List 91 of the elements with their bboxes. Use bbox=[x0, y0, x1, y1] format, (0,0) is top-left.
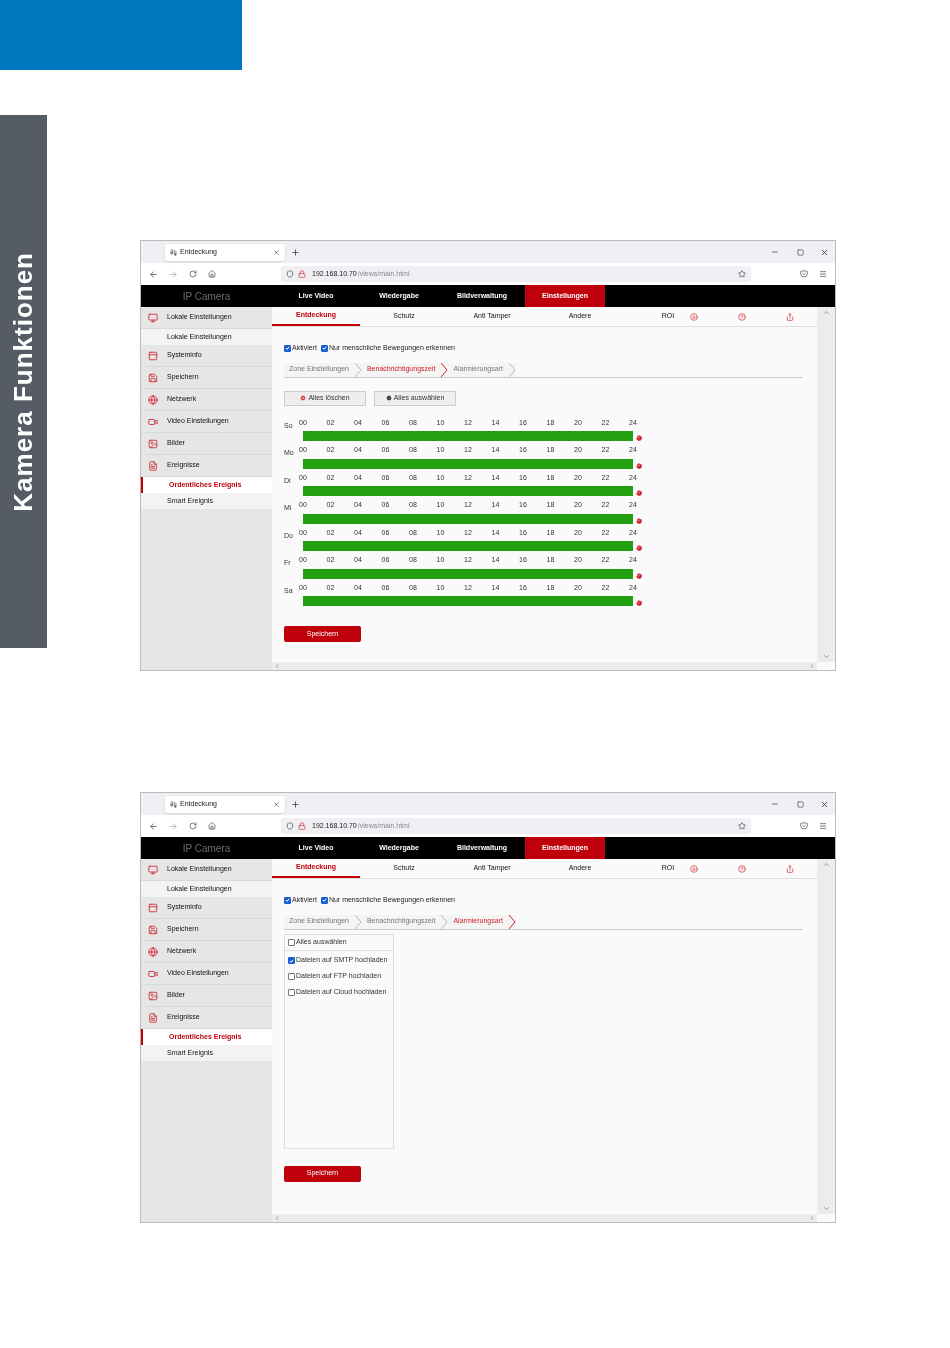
document-icon bbox=[148, 1012, 158, 1023]
minimize-icon[interactable] bbox=[771, 800, 779, 808]
hand-icon[interactable] bbox=[636, 545, 642, 551]
side-tab-title: Kamera Funktionen bbox=[7, 251, 39, 512]
tab-favicon-icon bbox=[170, 800, 177, 808]
chevron-icon bbox=[354, 914, 362, 929]
checkbox[interactable] bbox=[288, 938, 295, 946]
pocket-icon[interactable] bbox=[800, 270, 808, 278]
chevron-icon bbox=[508, 914, 516, 929]
forward-icon[interactable] bbox=[169, 269, 178, 279]
maximize-icon[interactable] bbox=[797, 248, 804, 256]
chevron-icon bbox=[441, 362, 449, 377]
window-icon bbox=[148, 902, 158, 913]
checkbox[interactable] bbox=[320, 344, 328, 352]
menu-icon[interactable] bbox=[819, 270, 827, 278]
back-icon[interactable] bbox=[149, 821, 158, 831]
image-icon bbox=[148, 990, 158, 1001]
hand-icon[interactable] bbox=[636, 517, 642, 524]
checkbox[interactable] bbox=[320, 896, 328, 904]
horizontal-scrollbar[interactable] bbox=[272, 662, 817, 670]
scroll-up-icon[interactable] bbox=[822, 309, 830, 316]
reload-icon[interactable] bbox=[189, 822, 197, 830]
document-icon bbox=[148, 460, 158, 471]
image-icon bbox=[148, 438, 158, 449]
download-icon[interactable] bbox=[690, 864, 698, 873]
schedule-bar[interactable] bbox=[303, 513, 633, 524]
scroll-right-icon[interactable] bbox=[809, 663, 815, 669]
new-tab-icon[interactable] bbox=[291, 799, 300, 809]
monitor-icon bbox=[148, 312, 158, 323]
close-icon[interactable] bbox=[820, 247, 829, 257]
export-icon[interactable] bbox=[786, 864, 794, 873]
chevron-icon bbox=[354, 362, 362, 377]
reload-icon[interactable] bbox=[189, 270, 197, 278]
globe-icon bbox=[148, 946, 158, 957]
check-icon bbox=[385, 395, 392, 401]
bookmark-star-icon[interactable] bbox=[738, 822, 746, 830]
scroll-up-icon[interactable] bbox=[822, 861, 830, 868]
save-icon bbox=[148, 924, 158, 935]
chevron-icon bbox=[508, 362, 516, 377]
close-icon[interactable] bbox=[273, 800, 280, 808]
close-icon[interactable] bbox=[820, 799, 829, 809]
checkbox[interactable] bbox=[288, 973, 295, 980]
bookmark-star-icon[interactable] bbox=[738, 270, 746, 278]
clear-icon bbox=[300, 395, 307, 401]
checkbox[interactable] bbox=[284, 896, 291, 904]
brand-title: IP Camera bbox=[182, 841, 231, 856]
shield-icon bbox=[286, 822, 294, 830]
monitor-icon bbox=[148, 864, 158, 875]
export-icon[interactable] bbox=[786, 312, 794, 321]
hand-icon[interactable] bbox=[636, 490, 642, 496]
video-icon bbox=[148, 416, 158, 427]
tab-favicon-icon bbox=[170, 248, 177, 256]
schedule-bar[interactable] bbox=[303, 568, 633, 579]
hand-icon[interactable] bbox=[636, 600, 642, 606]
hand-icon[interactable] bbox=[636, 462, 642, 469]
pocket-icon[interactable] bbox=[800, 822, 808, 830]
help-icon[interactable] bbox=[738, 312, 746, 321]
download-icon[interactable] bbox=[690, 312, 698, 321]
hand-icon[interactable] bbox=[636, 435, 642, 441]
vertical-scrollbar[interactable] bbox=[817, 307, 835, 662]
scroll-down-icon[interactable] bbox=[822, 1205, 830, 1212]
chevron-icon bbox=[441, 914, 449, 929]
shield-icon bbox=[286, 270, 294, 278]
home-icon[interactable] bbox=[208, 822, 216, 830]
menu-icon[interactable] bbox=[819, 822, 827, 830]
video-icon bbox=[148, 968, 158, 979]
maximize-icon[interactable] bbox=[797, 800, 804, 808]
lock-icon bbox=[298, 822, 306, 830]
checkbox[interactable] bbox=[288, 989, 295, 996]
save-icon bbox=[148, 372, 158, 383]
minimize-icon[interactable] bbox=[771, 248, 779, 256]
scroll-right-icon[interactable] bbox=[809, 1215, 815, 1221]
hand-icon[interactable] bbox=[636, 572, 642, 579]
scroll-left-icon[interactable] bbox=[274, 663, 280, 669]
globe-icon bbox=[148, 394, 158, 405]
vertical-scrollbar[interactable] bbox=[817, 859, 835, 1214]
scroll-down-icon[interactable] bbox=[822, 653, 830, 660]
brand-title: IP Camera bbox=[182, 289, 231, 304]
checkbox[interactable] bbox=[284, 344, 291, 352]
lock-icon bbox=[298, 270, 306, 278]
home-icon[interactable] bbox=[208, 270, 216, 278]
back-icon[interactable] bbox=[149, 269, 158, 279]
schedule-bar[interactable] bbox=[303, 458, 633, 469]
help-icon[interactable] bbox=[738, 864, 746, 873]
forward-icon[interactable] bbox=[169, 821, 178, 831]
scroll-left-icon[interactable] bbox=[274, 1215, 280, 1221]
window-icon bbox=[148, 350, 158, 361]
close-icon[interactable] bbox=[273, 248, 280, 256]
checkbox[interactable] bbox=[288, 957, 295, 964]
new-tab-icon[interactable] bbox=[291, 247, 300, 257]
horizontal-scrollbar[interactable] bbox=[272, 1214, 817, 1222]
